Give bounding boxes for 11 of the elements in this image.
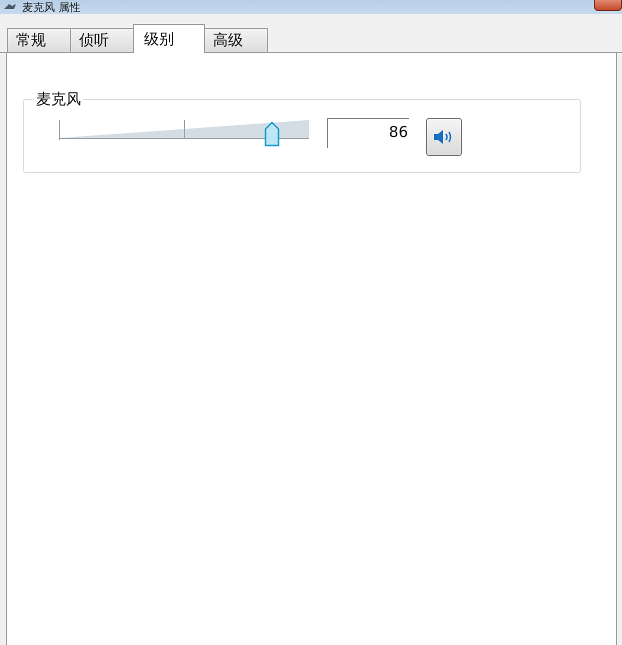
close-button[interactable] <box>594 0 622 11</box>
group-title: 麦克风 <box>34 90 83 108</box>
window-title: 麦克风 属性 <box>22 0 80 14</box>
app-icon <box>4 3 16 11</box>
tab[interactable]: 常规 <box>7 28 71 52</box>
tab[interactable]: 高级 <box>204 28 268 52</box>
level-field[interactable]: 86 <box>327 118 409 148</box>
slider-thumb[interactable] <box>264 121 280 147</box>
speaker-button[interactable] <box>426 118 462 156</box>
tab[interactable]: 级别 <box>133 24 205 53</box>
tab[interactable]: 侦听 <box>70 28 134 52</box>
